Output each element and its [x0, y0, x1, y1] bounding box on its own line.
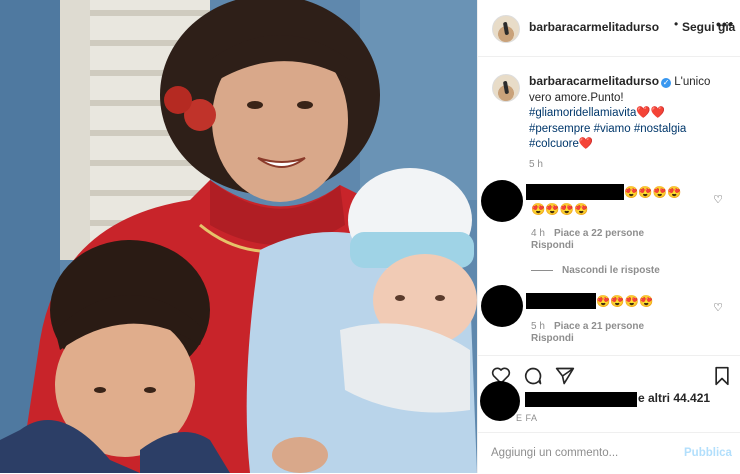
post-photo[interactable] — [0, 0, 477, 473]
hide-replies-button[interactable]: Nascondi le risposte — [562, 265, 660, 276]
publish-button[interactable]: Pubblica — [684, 447, 732, 459]
comment-text: 😍😍😍😍 — [531, 204, 589, 216]
hashtag-link[interactable]: #gliamoridellamiavita — [529, 107, 636, 119]
reply-button[interactable]: Rispondi — [531, 240, 574, 251]
bookmark-icon[interactable] — [713, 366, 731, 391]
commenter-avatar[interactable] — [481, 180, 523, 222]
hide-replies-line — [531, 270, 553, 271]
caption-username[interactable]: barbaracarmelitadurso — [529, 74, 659, 88]
redacted-username — [526, 184, 624, 200]
add-comment-input[interactable]: Aggiungi un commento... — [491, 447, 618, 459]
post-header: barbaracarmelitadurso • Segui già ••• — [478, 0, 740, 57]
caption-time[interactable]: 5 h — [529, 157, 734, 173]
post-time-ago[interactable]: E FA — [516, 413, 538, 423]
author-avatar[interactable] — [492, 15, 520, 43]
hashtag-link[interactable]: #persempre — [529, 123, 590, 135]
comment-bubble-icon[interactable] — [523, 366, 543, 391]
like-comment-heart-icon[interactable]: ♡ — [713, 301, 723, 314]
author-username[interactable]: barbaracarmelitadurso — [529, 20, 659, 34]
header-separator: • — [674, 17, 679, 31]
more-options-icon[interactable]: ••• — [716, 16, 734, 32]
like-comment-heart-icon[interactable]: ♡ — [713, 193, 723, 206]
heart-emoji: ❤️❤️ — [636, 107, 666, 119]
share-paper-plane-icon[interactable] — [555, 366, 575, 391]
redacted-username — [526, 293, 596, 309]
comment-text: 😍😍😍😍 — [624, 187, 682, 199]
caption-avatar[interactable] — [492, 74, 520, 102]
hashtag-link[interactable]: #nostalgia — [634, 123, 686, 135]
liker-avatar[interactable] — [480, 381, 520, 421]
comment-likes[interactable]: Piace a 22 persone — [554, 228, 644, 239]
reply-button[interactable]: Rispondi — [531, 333, 574, 344]
comment-likes[interactable]: Piace a 21 persone — [554, 321, 644, 332]
comment-time[interactable]: 4 h — [531, 228, 545, 239]
hashtag-link[interactable]: #viamo — [594, 123, 631, 135]
photo-illustration — [0, 0, 477, 473]
caption-text-block: barbaracarmelitadurso ✓ L'unico vero amor… — [529, 74, 734, 172]
post-actions-bar — [478, 355, 740, 396]
heart-emoji: ❤️ — [578, 138, 594, 150]
likes-count[interactable]: e altri 44.421 — [638, 391, 710, 405]
commenter-avatar[interactable] — [481, 285, 523, 327]
verified-badge-icon: ✓ — [661, 78, 672, 88]
redacted-liker-name — [525, 392, 637, 407]
hashtag-link[interactable]: #colcuore — [529, 138, 579, 150]
post-side-panel: barbaracarmelitadurso • Segui già ••• ba… — [477, 0, 740, 473]
comment-time[interactable]: 5 h — [531, 321, 545, 332]
comment-text: 😍😍😍😍 — [596, 296, 654, 308]
add-comment-bar: Aggiungi un commento... Pubblica — [478, 432, 740, 474]
